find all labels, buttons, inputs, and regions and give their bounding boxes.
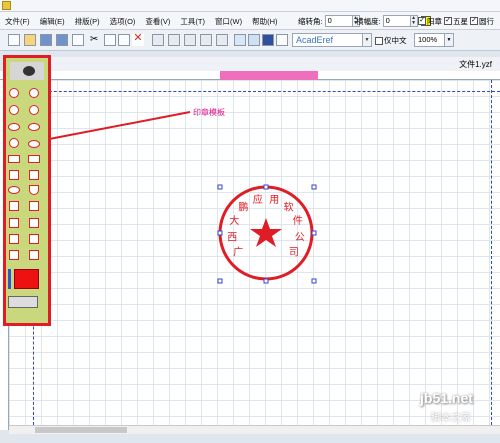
seal-overlay: 广西大鹏应 用软件公司 [40,111,317,284]
annotation-label: 印章模板 [193,108,225,117]
seal-char: 西 [227,232,237,243]
rect-seal-alt-icon[interactable] [28,155,40,163]
round-seal-star-icon[interactable] [29,88,39,98]
oval-seal-icon[interactable] [8,123,20,131]
grid-seal-5-icon[interactable] [29,234,39,244]
oval-seal-alt-icon[interactable] [28,123,40,131]
grid-seal-3-icon[interactable] [29,218,39,228]
seal-template-panel [6,58,48,323]
round-seal-bar-icon[interactable] [29,105,39,115]
red-fill-icon[interactable] [14,269,39,289]
seal-char: 应 [253,193,263,206]
round-seal-icon[interactable] [9,88,19,98]
grid-seal-4-icon[interactable] [9,234,19,244]
star-icon [250,218,282,247]
double-ring-seal-icon[interactable] [9,138,19,148]
square-seal-icon[interactable] [9,170,19,180]
eye-seal-icon[interactable] [8,186,20,194]
watermark-name: 脚本之家 [431,413,471,424]
square-seal-alt-icon[interactable] [29,170,39,180]
watermark-site: jb51.net [420,390,473,406]
seal-char: 软 [284,201,294,214]
grid-seal-6-icon[interactable] [9,250,19,260]
seal-char: 用 [269,195,279,206]
rect-seal-icon[interactable] [8,155,20,163]
triangle-seal-icon[interactable] [29,185,39,195]
seal-stamp[interactable]: 广西大鹏应 用软件公司 [218,185,314,281]
round-seal-line-icon[interactable] [9,105,19,115]
seal-char: 件 [293,215,303,227]
seal-char: 大 [229,214,239,227]
scrollbar-thumb[interactable] [35,427,127,433]
preview-eye-icon[interactable] [10,62,44,80]
grid-seal-icon[interactable] [9,201,19,211]
stamp-tool-icon[interactable] [8,296,38,308]
grid-seal-2-icon[interactable] [9,218,19,228]
blue-bar-icon[interactable] [8,269,11,289]
annotation-arrow [43,111,191,141]
seal-char: 鹏 [238,201,248,214]
horizontal-scrollbar[interactable] [9,425,500,434]
oval-line-seal-icon[interactable] [28,140,40,148]
seal-char: 广 [233,247,243,259]
grid-seal-alt-icon[interactable] [29,201,39,211]
grid-seal-7-icon[interactable] [29,250,39,260]
seal-char: 司 [289,248,299,259]
seal-char: 公 [295,232,305,243]
